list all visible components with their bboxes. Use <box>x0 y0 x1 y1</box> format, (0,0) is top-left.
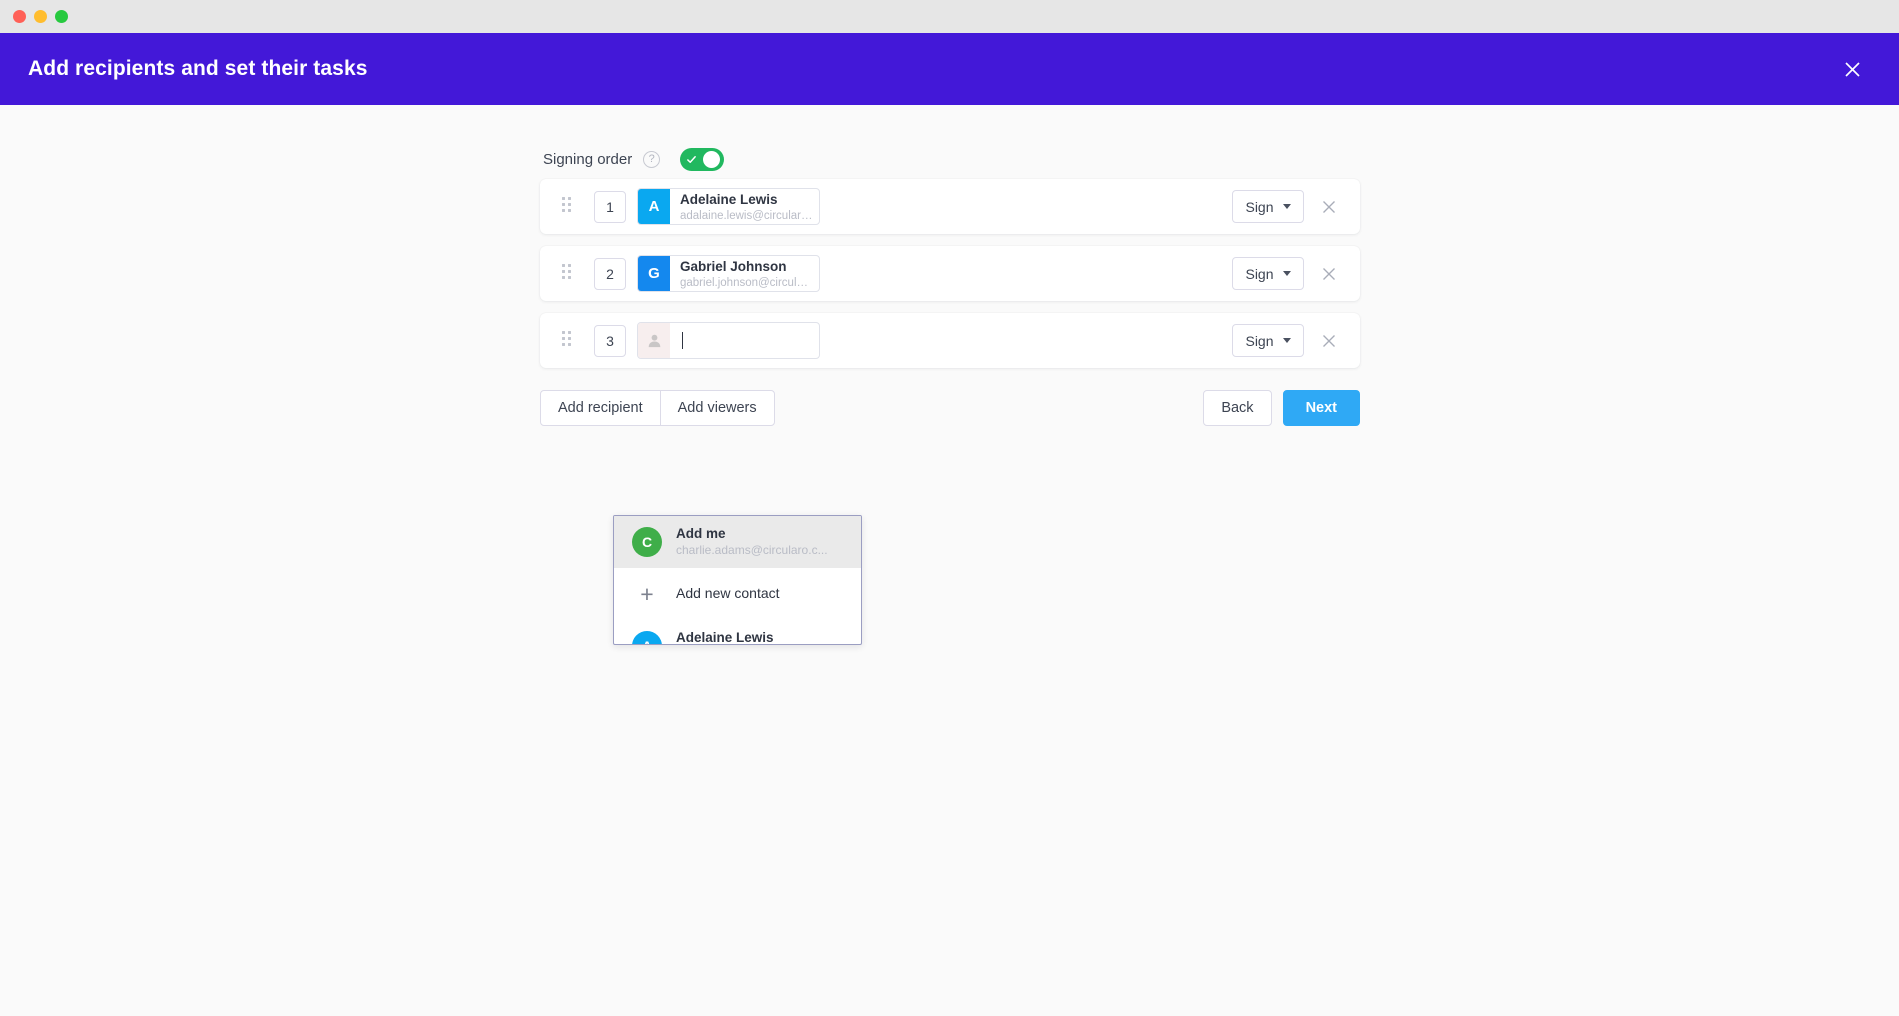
task-select-label: Sign <box>1245 333 1273 349</box>
list-item[interactable]: C Add me charlie.adams@circularo.c... <box>614 516 861 568</box>
window-close-button[interactable] <box>13 10 26 23</box>
signing-order-control: Signing order ? <box>540 105 1360 179</box>
avatar: A <box>632 631 662 645</box>
drag-handle-icon[interactable] <box>562 331 576 351</box>
task-select-sign[interactable]: Sign <box>1232 324 1304 357</box>
text-caret-area[interactable] <box>670 323 819 358</box>
window-title-bar <box>0 0 1899 33</box>
avatar: G <box>638 256 670 291</box>
check-icon <box>686 154 697 165</box>
recipient-search-input[interactable] <box>637 322 820 359</box>
chevron-down-icon <box>1283 271 1291 276</box>
avatar: C <box>632 527 662 557</box>
recipient-person-text: Gabriel Johnson gabriel.johnson@circular… <box>670 256 819 291</box>
recipient-person-field[interactable]: G Gabriel Johnson gabriel.johnson@circul… <box>637 255 820 292</box>
next-button[interactable]: Next <box>1283 390 1360 426</box>
recipient-row-actions: Sign <box>1232 324 1340 357</box>
task-select-sign[interactable]: Sign <box>1232 257 1304 290</box>
chevron-down-icon <box>1283 204 1291 209</box>
footer-left-group: Add recipient Add viewers <box>540 390 775 426</box>
add-viewers-button[interactable]: Add viewers <box>660 390 775 426</box>
toggle-knob <box>703 151 720 168</box>
remove-recipient-button[interactable] <box>1318 263 1340 285</box>
text-caret <box>682 332 683 349</box>
close-icon <box>1322 334 1336 348</box>
list-item-text: Add me charlie.adams@circularo.c... <box>676 526 847 558</box>
recipient-name: Gabriel Johnson <box>680 259 813 275</box>
table-row[interactable]: 2 G Gabriel Johnson gabriel.johnson@circ… <box>540 246 1360 301</box>
table-row[interactable]: 3 Sign <box>540 313 1360 368</box>
plus-icon: + <box>632 583 662 606</box>
page-title: Add recipients and set their tasks <box>28 57 368 81</box>
list-item-name: Add me <box>676 526 847 543</box>
close-icon <box>1322 200 1336 214</box>
recipient-row-actions: Sign <box>1232 257 1340 290</box>
recipient-name: Adelaine Lewis <box>680 192 813 208</box>
chevron-down-icon <box>1283 338 1291 343</box>
recipient-order-input[interactable]: 1 <box>594 191 626 223</box>
table-row[interactable]: 1 A Adelaine Lewis adalaine.lewis@circul… <box>540 179 1360 234</box>
list-item-name: Adelaine Lewis <box>676 630 847 645</box>
recipient-row-actions: Sign <box>1232 190 1340 223</box>
user-icon <box>647 333 662 348</box>
window-minimize-button[interactable] <box>34 10 47 23</box>
add-recipient-button[interactable]: Add recipient <box>540 390 661 426</box>
list-item-text: Adelaine Lewis adalaine.lewis@circularo.… <box>676 630 847 645</box>
recipient-person-field[interactable]: A Adelaine Lewis adalaine.lewis@circular… <box>637 188 820 225</box>
modal-body: Signing order ? 1 A Adelaine Lew <box>0 105 1899 1016</box>
person-placeholder-icon <box>638 323 670 358</box>
close-icon <box>1844 61 1861 78</box>
modal-header: Add recipients and set their tasks <box>0 33 1899 105</box>
remove-recipient-button[interactable] <box>1318 330 1340 352</box>
avatar: A <box>638 189 670 224</box>
signing-order-toggle[interactable] <box>680 148 724 171</box>
recipient-email: adalaine.lewis@circularo... <box>680 209 813 224</box>
footer-right-group: Back Next <box>1203 390 1360 426</box>
list-item-email: charlie.adams@circularo.c... <box>676 543 847 559</box>
list-item[interactable]: A Adelaine Lewis adalaine.lewis@circular… <box>614 620 861 645</box>
recipient-order-input[interactable]: 2 <box>594 258 626 290</box>
list-item-text: Add new contact <box>676 585 847 603</box>
task-select-label: Sign <box>1245 266 1273 282</box>
drag-handle-icon[interactable] <box>562 264 576 284</box>
remove-recipient-button[interactable] <box>1318 196 1340 218</box>
task-select-sign[interactable]: Sign <box>1232 190 1304 223</box>
help-icon[interactable]: ? <box>643 151 660 168</box>
close-modal-button[interactable] <box>1835 52 1869 86</box>
footer-actions: Add recipient Add viewers Back Next <box>540 368 1360 426</box>
list-item-add-new-contact[interactable]: + Add new contact <box>614 568 861 620</box>
list-item-name: Add new contact <box>676 585 847 603</box>
recipient-list: 1 A Adelaine Lewis adalaine.lewis@circul… <box>540 179 1360 368</box>
window-maximize-button[interactable] <box>55 10 68 23</box>
recipient-email: gabriel.johnson@circularo... <box>680 276 813 291</box>
drag-handle-icon[interactable] <box>562 197 576 217</box>
task-select-label: Sign <box>1245 199 1273 215</box>
content-column: Signing order ? 1 A Adelaine Lew <box>540 105 1360 426</box>
signing-order-label: Signing order <box>543 151 632 168</box>
contact-suggestions-dropdown[interactable]: C Add me charlie.adams@circularo.c... + … <box>613 515 862 645</box>
close-icon <box>1322 267 1336 281</box>
back-button[interactable]: Back <box>1203 390 1271 426</box>
recipient-order-input[interactable]: 3 <box>594 325 626 357</box>
recipient-person-text: Adelaine Lewis adalaine.lewis@circularo.… <box>670 189 819 224</box>
